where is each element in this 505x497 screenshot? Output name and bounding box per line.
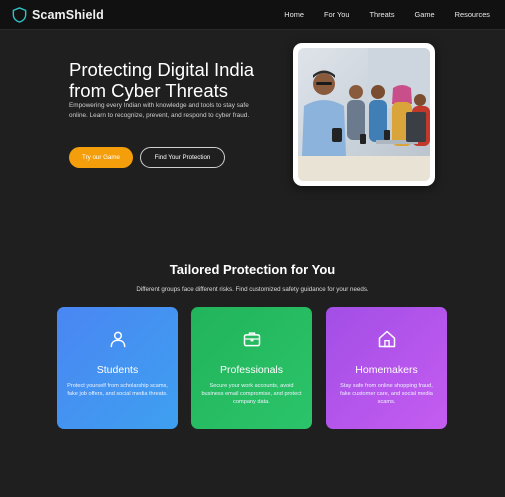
nav-link-for-you[interactable]: For You [324, 10, 349, 19]
hero-title: Protecting Digital India from Cyber Thre… [69, 59, 255, 101]
brand-logo[interactable]: ScamShield [12, 7, 104, 23]
card-professionals-description: Secure your work accounts, avoid busines… [201, 383, 302, 406]
brand-name: ScamShield [32, 8, 104, 22]
nav-links: Home For You Threats Game Resources [284, 10, 490, 19]
briefcase-icon [242, 329, 262, 349]
try-game-button[interactable]: Try our Game [69, 147, 133, 168]
top-navbar: ScamShield Home For You Threats Game Res… [0, 0, 505, 30]
card-students[interactable]: Students Protect yourself from scholarsh… [57, 307, 178, 429]
card-students-title: Students [96, 364, 139, 376]
card-students-description: Protect yourself from scholarship scams,… [67, 383, 168, 398]
nav-link-threats[interactable]: Threats [369, 10, 394, 19]
card-homemakers[interactable]: Homemakers Stay safe from online shoppin… [326, 307, 447, 429]
card-homemakers-title: Homemakers [355, 364, 418, 376]
card-homemakers-description: Stay safe from online shopping fraud, fa… [340, 383, 433, 406]
card-professionals[interactable]: Professionals Secure your work accounts,… [191, 307, 312, 429]
section-subtitle: Different groups face different risks. F… [136, 286, 369, 293]
home-icon [377, 329, 397, 349]
find-protection-button[interactable]: Find Your Protection [140, 147, 225, 168]
hero-subtitle: Empowering every Indian with knowledge a… [69, 102, 250, 119]
page: ScamShield Home For You Threats Game Res… [0, 0, 505, 497]
nav-link-resources[interactable]: Resources [455, 10, 490, 19]
nav-link-game[interactable]: Game [415, 10, 435, 19]
user-icon [108, 329, 128, 349]
card-professionals-title: Professionals [219, 364, 284, 376]
shield-icon [12, 7, 27, 23]
section-title: Tailored Protection for You [169, 262, 336, 277]
hero-photo-illustration [298, 48, 430, 181]
nav-link-home[interactable]: Home [284, 10, 304, 19]
hero-photo [293, 43, 435, 186]
